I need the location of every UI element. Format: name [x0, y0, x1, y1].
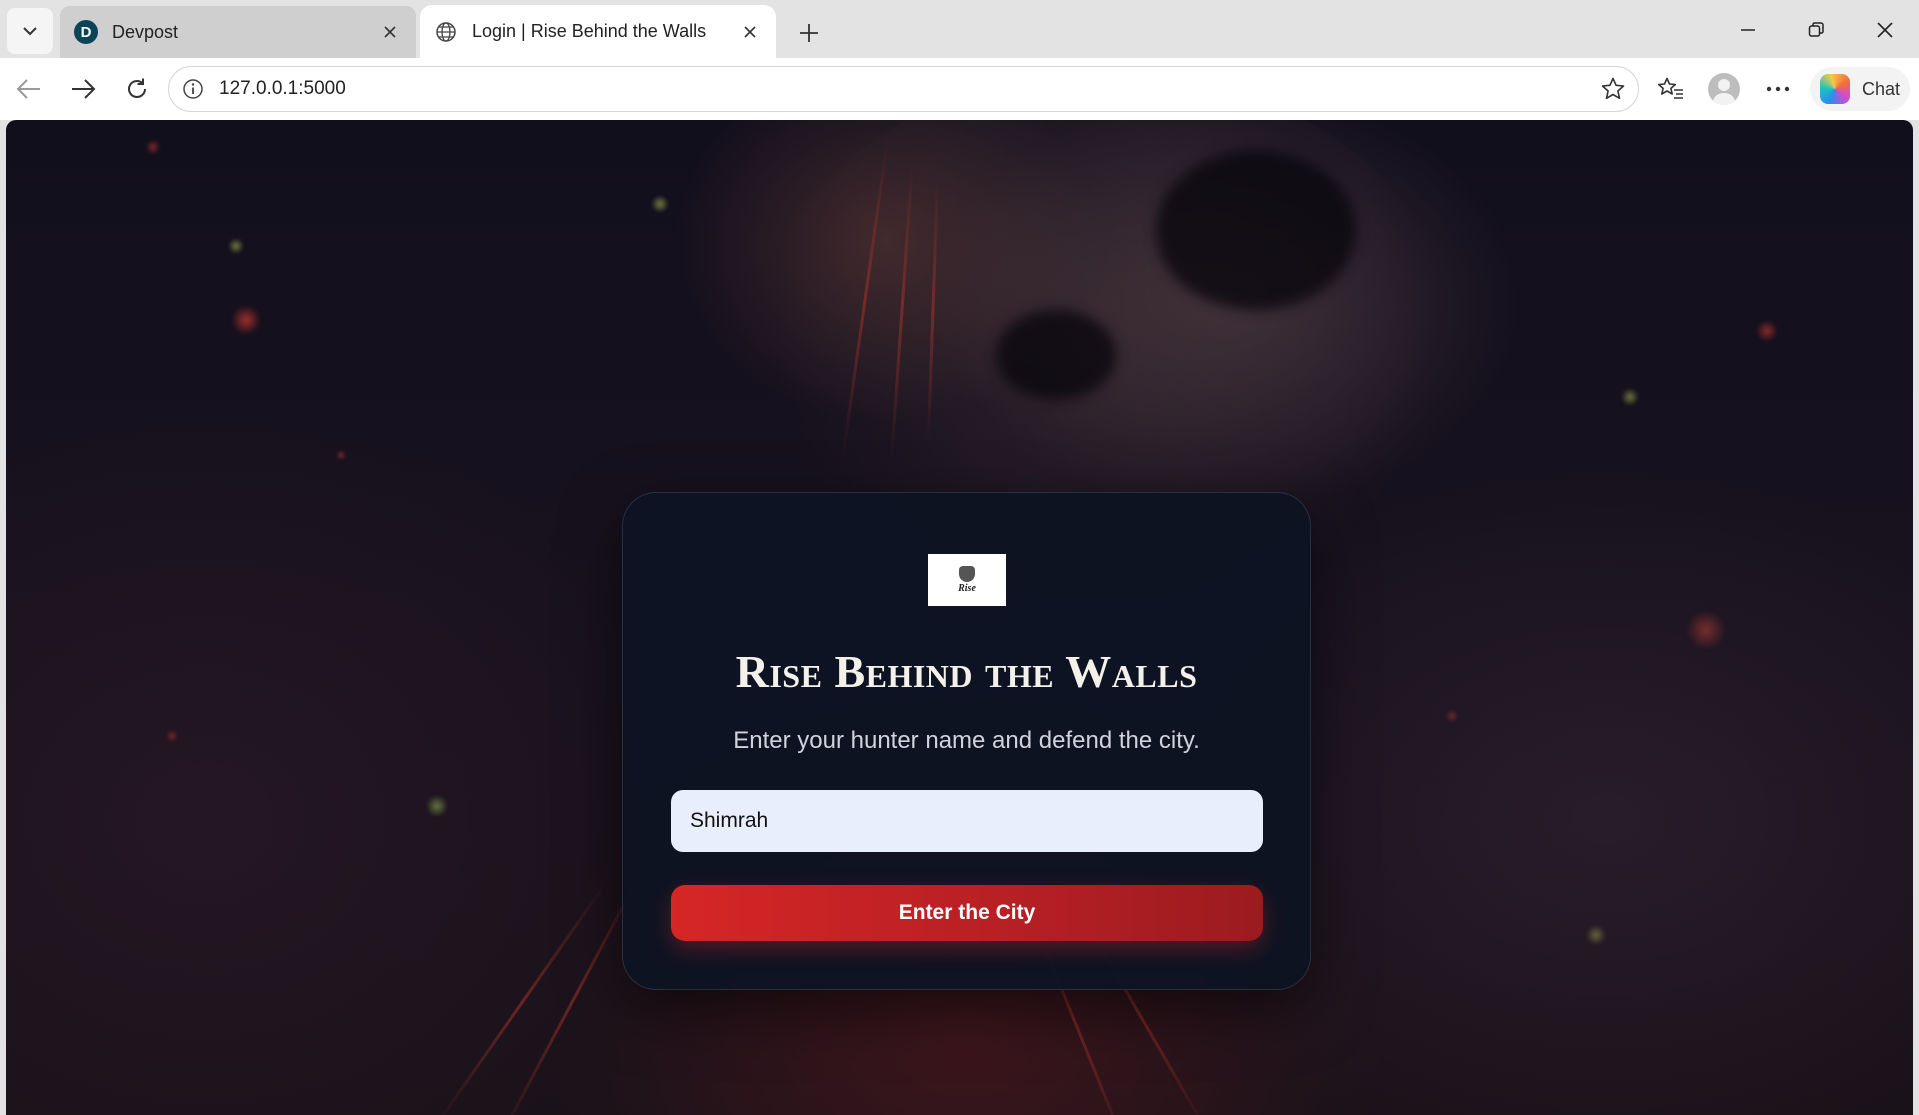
logo-text: Rise [958, 583, 976, 594]
ember [1621, 388, 1639, 406]
address-bar[interactable]: 127.0.0.1:5000 [168, 66, 1639, 112]
profile-button[interactable] [1703, 68, 1745, 110]
devpost-icon: D [74, 20, 98, 44]
tab-devpost[interactable]: D Devpost [60, 6, 416, 58]
ember [1756, 320, 1778, 342]
favorite-star-icon[interactable] [1596, 72, 1630, 106]
background-shadow [996, 310, 1116, 400]
globe-icon [434, 20, 458, 44]
tab-title: Login | Rise Behind the Walls [472, 21, 707, 41]
ember [166, 730, 178, 742]
minimize-icon [1741, 29, 1755, 31]
tab-title: Devpost [112, 21, 179, 42]
crest-icon [959, 566, 975, 582]
restore-button[interactable] [1791, 8, 1841, 52]
ember [231, 305, 261, 335]
reload-button[interactable] [116, 68, 158, 110]
ember [426, 795, 448, 817]
hunter-name-input[interactable] [671, 790, 1263, 852]
ember [1686, 610, 1726, 650]
url-text[interactable]: 127.0.0.1:5000 [219, 78, 1596, 100]
more-options-icon [1766, 86, 1790, 92]
page-viewport: Rise Rise Behind the Walls Enter your hu… [6, 120, 1913, 1115]
forward-button[interactable] [62, 68, 104, 110]
ember [1446, 710, 1458, 722]
ember [651, 195, 669, 213]
rise-logo: Rise [928, 554, 1006, 606]
close-icon [1877, 22, 1893, 38]
chat-label: Chat [1862, 78, 1901, 99]
back-button[interactable] [8, 68, 50, 110]
close-window-button[interactable] [1860, 8, 1910, 52]
ember [1586, 925, 1606, 945]
plus-icon [800, 24, 818, 42]
reload-icon [128, 78, 146, 98]
browser-toolbar: 127.0.0.1:5000 Chat [0, 58, 1919, 120]
background-streak [433, 880, 609, 1115]
minimize-button[interactable] [1723, 8, 1773, 52]
avatar [1708, 73, 1740, 105]
site-info-icon[interactable] [181, 77, 205, 101]
close-tab-icon[interactable] [738, 20, 762, 44]
tab-login[interactable]: Login | Rise Behind the Walls [420, 5, 776, 58]
enter-city-button[interactable]: Enter the City [671, 885, 1263, 941]
new-tab-button[interactable] [790, 14, 828, 52]
ember [336, 450, 346, 460]
chevron-down-icon [23, 27, 37, 36]
restore-icon [1808, 22, 1824, 37]
background-shadow [1156, 150, 1356, 310]
back-arrow-icon [16, 79, 40, 99]
login-card: Rise Rise Behind the Walls Enter your hu… [622, 492, 1311, 990]
copilot-icon [1820, 74, 1850, 104]
tab-strip: D Devpost Login | Rise Behind the Walls [0, 0, 1919, 58]
forward-arrow-icon [72, 79, 96, 99]
ember [228, 238, 244, 254]
ember [146, 140, 160, 154]
tab-search-button[interactable] [7, 8, 53, 54]
page-subtitle: Enter your hunter name and defend the ci… [733, 727, 1200, 754]
close-tab-icon[interactable] [378, 20, 402, 44]
page-title: Rise Behind the Walls [735, 646, 1198, 697]
favorites-button[interactable] [1650, 68, 1692, 110]
settings-menu-button[interactable] [1757, 68, 1799, 110]
favorites-list-icon [1657, 77, 1683, 99]
copilot-chat-button[interactable]: Chat [1810, 67, 1910, 111]
